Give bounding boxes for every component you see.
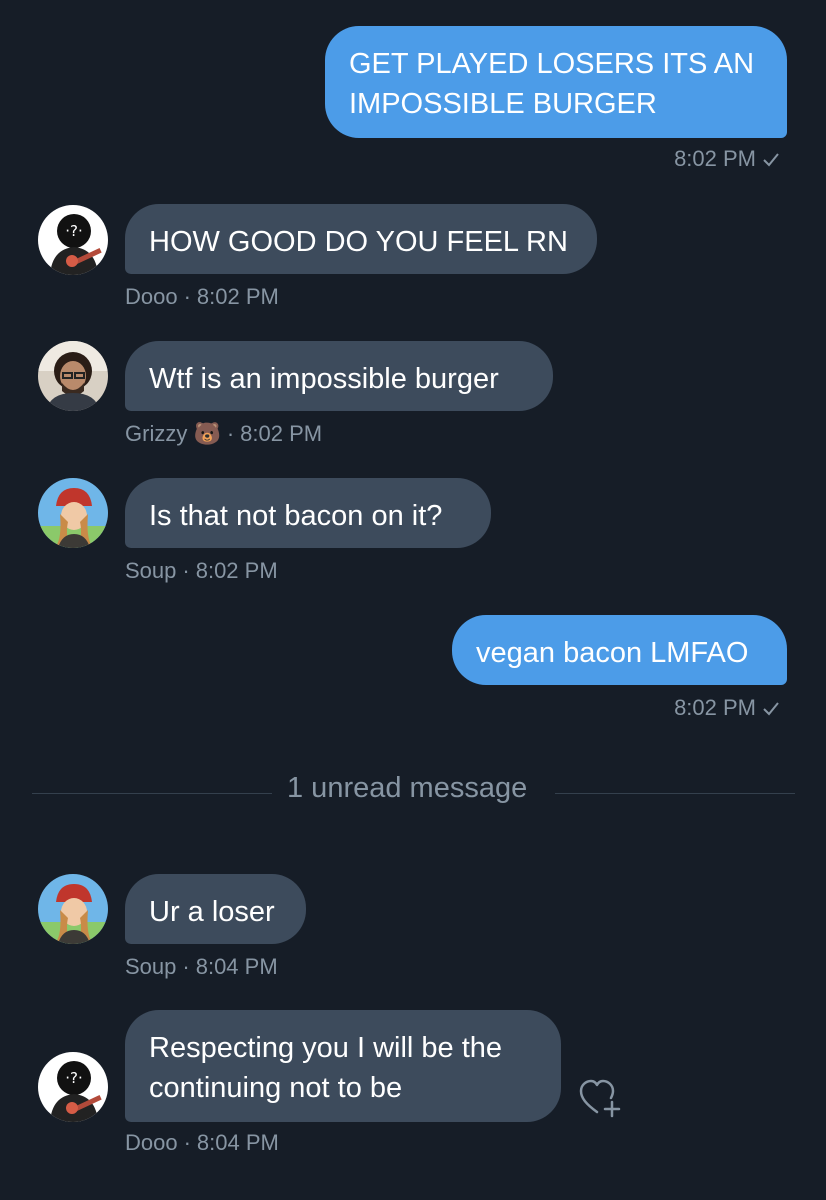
message-sender-time: Soup · 8:04 PM [125, 954, 278, 979]
message-timestamp: 8:02 PM [674, 695, 780, 723]
unread-divider-label: 1 unread message [287, 772, 528, 804]
sender-name: Dooo [125, 1130, 178, 1155]
incoming-message-bubble[interactable]: Wtf is an impossible burger [125, 341, 553, 411]
avatar-soup[interactable] [38, 478, 108, 548]
unread-divider-line-left [32, 793, 272, 794]
checkmark-icon [762, 697, 780, 723]
svg-text:·?·: ·?· [65, 1069, 83, 1087]
incoming-message-bubble[interactable]: HOW GOOD DO YOU FEEL RN [125, 204, 597, 274]
sender-name: Soup [125, 954, 177, 979]
incoming-message-bubble[interactable]: Ur a loser [125, 874, 306, 944]
sender-name: Dooo [125, 284, 178, 309]
message-sender-time: Dooo · 8:04 PM [125, 1130, 279, 1155]
incoming-message-bubble[interactable]: Respecting you I will be the continuing … [125, 1010, 561, 1122]
avatar-dooo[interactable]: ·?· [38, 205, 108, 275]
heart-plus-icon[interactable] [578, 1078, 624, 1125]
avatar-soup[interactable] [38, 874, 108, 944]
sender-name: Grizzy 🐻 [125, 421, 221, 446]
avatar-grizzy[interactable] [38, 341, 108, 411]
checkmark-icon [762, 148, 780, 174]
incoming-message-bubble[interactable]: Is that not bacon on it? [125, 478, 491, 548]
outgoing-message-bubble[interactable]: GET PLAYED LOSERS ITS AN IMPOSSIBLE BURG… [325, 26, 787, 138]
sender-name: Soup [125, 558, 177, 583]
unread-divider-line-right [555, 793, 795, 794]
message-sender-time: Dooo · 8:02 PM [125, 284, 279, 309]
avatar-dooo[interactable]: ·?· [38, 1052, 108, 1122]
message-timestamp: 8:02 PM [674, 146, 780, 174]
svg-text:·?·: ·?· [65, 222, 83, 240]
message-sender-time: Soup · 8:02 PM [125, 558, 278, 583]
message-sender-time: Grizzy 🐻 · 8:02 PM [125, 421, 323, 446]
outgoing-message-bubble[interactable]: vegan bacon LMFAO [452, 615, 787, 685]
